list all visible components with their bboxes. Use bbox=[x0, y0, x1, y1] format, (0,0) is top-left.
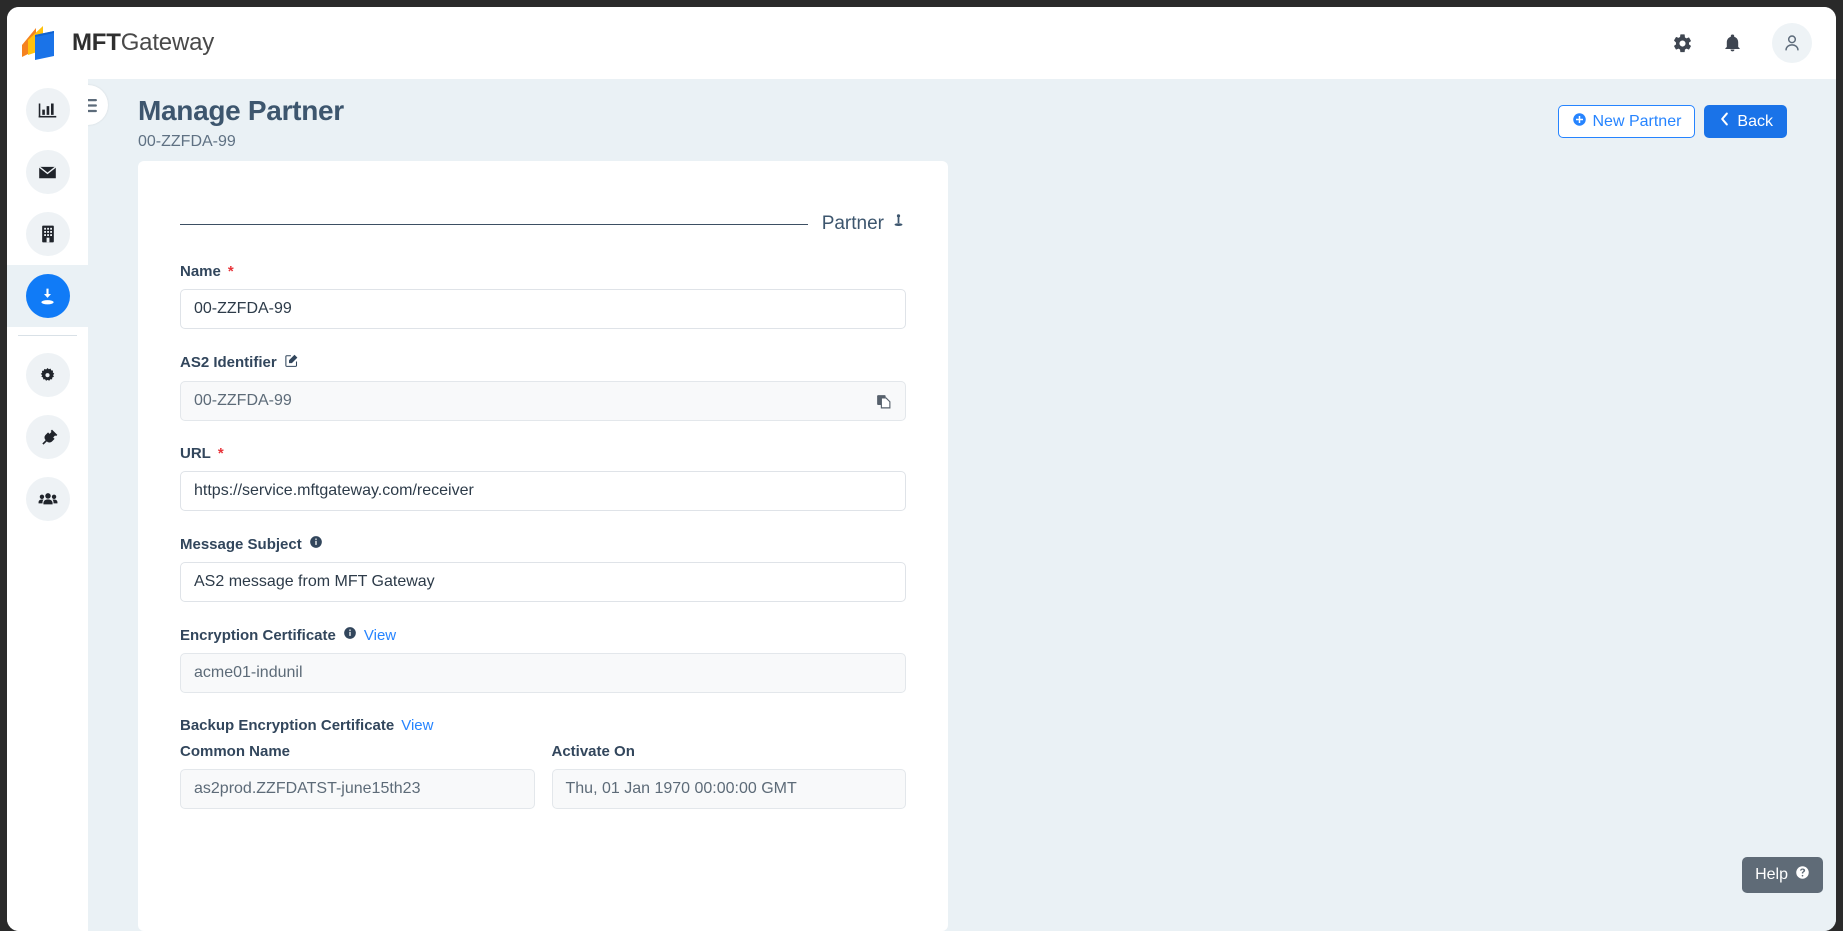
label-common-name: Common Name bbox=[180, 743, 535, 760]
question-circle-icon bbox=[1795, 865, 1810, 885]
sidebar-item-dashboard[interactable] bbox=[7, 79, 88, 141]
label-message-subject: Message Subject bbox=[180, 535, 906, 553]
back-button[interactable]: Back bbox=[1704, 105, 1787, 138]
label-common-name-text: Common Name bbox=[180, 743, 291, 760]
encryption-certificate-input[interactable]: acme01-indunil bbox=[180, 653, 906, 693]
page-header: Manage Partner 00-ZZFDA-99 bbox=[138, 95, 344, 151]
sidebar-divider bbox=[18, 335, 77, 336]
page-title: Manage Partner bbox=[138, 95, 344, 126]
view-backup-certificate-link[interactable]: View bbox=[401, 717, 433, 734]
as2-identifier-input[interactable]: 00-ZZFDA-99 bbox=[180, 381, 906, 421]
new-partner-button[interactable]: New Partner bbox=[1557, 105, 1696, 138]
info-circle-icon[interactable] bbox=[309, 535, 323, 553]
sidebar-item-partners[interactable] bbox=[7, 265, 88, 327]
activate-on-input[interactable]: Thu, 01 Jan 1970 00:00:00 GMT bbox=[551, 769, 906, 809]
content-area: Manage Partner 00-ZZFDA-99 New Partner B… bbox=[88, 79, 1836, 931]
as2-identifier-value: 00-ZZFDA-99 bbox=[194, 392, 292, 409]
plus-circle-icon bbox=[1572, 112, 1587, 132]
backup-certificate-columns: Common Name as2prod.ZZFDATST-june15th23 … bbox=[180, 743, 906, 809]
field-name: Name * 00-ZZFDA-99 bbox=[180, 263, 906, 329]
bell-icon[interactable] bbox=[1723, 33, 1742, 54]
plug-icon bbox=[25, 415, 70, 459]
info-circle-icon[interactable] bbox=[343, 626, 357, 644]
sidebar-item-users[interactable] bbox=[7, 468, 88, 530]
chevron-left-icon bbox=[1718, 112, 1731, 131]
sidebar-item-messages[interactable] bbox=[7, 141, 88, 203]
message-subject-input[interactable]: AS2 message from MFT Gateway bbox=[180, 562, 906, 602]
brand-text: MFTGateway bbox=[72, 29, 214, 57]
field-common-name: Common Name as2prod.ZZFDATST-june15th23 bbox=[180, 743, 535, 809]
label-name-text: Name bbox=[180, 263, 221, 280]
label-url-text: URL bbox=[180, 445, 211, 462]
url-value: https://service.mftgateway.com/receiver bbox=[194, 482, 474, 499]
user-avatar-icon[interactable] bbox=[1772, 23, 1812, 63]
section-label-partner: Partner bbox=[822, 212, 906, 239]
label-backup-encryption-certificate: Backup Encryption Certificate View bbox=[180, 717, 906, 734]
label-backup-encryption-certificate-text: Backup Encryption Certificate bbox=[180, 717, 395, 734]
sidebar-item-settings[interactable] bbox=[7, 344, 88, 406]
field-activate-on: Activate On Thu, 01 Jan 1970 00:00:00 GM… bbox=[551, 743, 907, 809]
url-input[interactable]: https://service.mftgateway.com/receiver bbox=[180, 471, 906, 511]
mftgateway-logo-icon bbox=[19, 24, 61, 62]
chart-bar-icon bbox=[25, 88, 70, 132]
partner-form-card: Partner Name * 00-ZZFDA-99 AS2 Identifie… bbox=[138, 161, 948, 931]
section-divider bbox=[180, 224, 808, 225]
field-backup-encryption-certificate: Backup Encryption Certificate View Commo… bbox=[180, 717, 906, 809]
label-name: Name * bbox=[180, 263, 906, 280]
required-marker: * bbox=[217, 445, 224, 462]
required-marker: * bbox=[227, 263, 234, 280]
edit-square-icon[interactable] bbox=[284, 353, 299, 372]
back-label: Back bbox=[1737, 112, 1773, 130]
name-input[interactable]: 00-ZZFDA-99 bbox=[180, 289, 906, 329]
new-partner-label: New Partner bbox=[1592, 112, 1682, 130]
encryption-certificate-value: acme01-indunil bbox=[194, 664, 303, 681]
name-value: 00-ZZFDA-99 bbox=[194, 300, 292, 317]
help-button[interactable]: Help bbox=[1742, 857, 1823, 893]
hamburger-icon[interactable] bbox=[88, 85, 108, 125]
brand-bold: MFT bbox=[72, 29, 121, 56]
brand-logo[interactable]: MFTGateway bbox=[7, 24, 214, 62]
message-subject-value: AS2 message from MFT Gateway bbox=[194, 573, 435, 590]
field-url: URL * https://service.mftgateway.com/rec… bbox=[180, 445, 906, 511]
label-encryption-certificate-text: Encryption Certificate bbox=[180, 626, 336, 644]
header-actions: New Partner Back bbox=[1557, 105, 1787, 138]
partner-section-text: Partner bbox=[821, 212, 884, 234]
label-activate-on: Activate On bbox=[552, 743, 907, 760]
common-name-input[interactable]: as2prod.ZZFDATST-june15th23 bbox=[180, 769, 535, 809]
gear-icon[interactable] bbox=[1672, 33, 1693, 54]
copy-icon[interactable] bbox=[875, 393, 892, 410]
label-message-subject-text: Message Subject bbox=[180, 535, 302, 553]
label-encryption-certificate: Encryption Certificate View bbox=[180, 626, 906, 644]
building-icon bbox=[25, 212, 70, 256]
label-as2-identifier-text: AS2 Identifier bbox=[180, 354, 277, 371]
cog-icon bbox=[25, 353, 70, 397]
top-bar: MFTGateway bbox=[7, 7, 1836, 79]
sidebar-rail bbox=[7, 79, 88, 931]
person-icon bbox=[891, 212, 906, 235]
page-subtitle: 00-ZZFDA-99 bbox=[138, 133, 236, 151]
section-header-partner: Partner bbox=[180, 197, 906, 239]
label-as2-identifier: AS2 Identifier bbox=[180, 353, 906, 372]
field-encryption-certificate: Encryption Certificate View acme01-indun… bbox=[180, 626, 906, 693]
sidebar-item-integrations[interactable] bbox=[7, 406, 88, 468]
sidebar-item-stations[interactable] bbox=[7, 203, 88, 265]
top-bar-actions bbox=[1672, 23, 1836, 63]
view-encryption-certificate-link[interactable]: View bbox=[364, 627, 396, 644]
users-icon bbox=[25, 477, 70, 521]
label-activate-on-text: Activate On bbox=[551, 743, 635, 760]
field-as2-identifier: AS2 Identifier 00-ZZFDA-99 bbox=[180, 353, 906, 421]
activate-on-value: Thu, 01 Jan 1970 00:00:00 GMT bbox=[565, 780, 797, 797]
field-message-subject: Message Subject AS2 message from MFT Gat… bbox=[180, 535, 906, 602]
help-label: Help bbox=[1755, 866, 1788, 883]
label-url: URL * bbox=[180, 445, 906, 462]
download-person-icon bbox=[25, 274, 70, 318]
app-window: MFTGateway Manage Partner 00-ZZFDA-99 Ne… bbox=[7, 7, 1836, 931]
brand-light: Gateway bbox=[120, 29, 215, 56]
common-name-value: as2prod.ZZFDATST-june15th23 bbox=[194, 780, 421, 797]
envelope-icon bbox=[25, 150, 70, 194]
